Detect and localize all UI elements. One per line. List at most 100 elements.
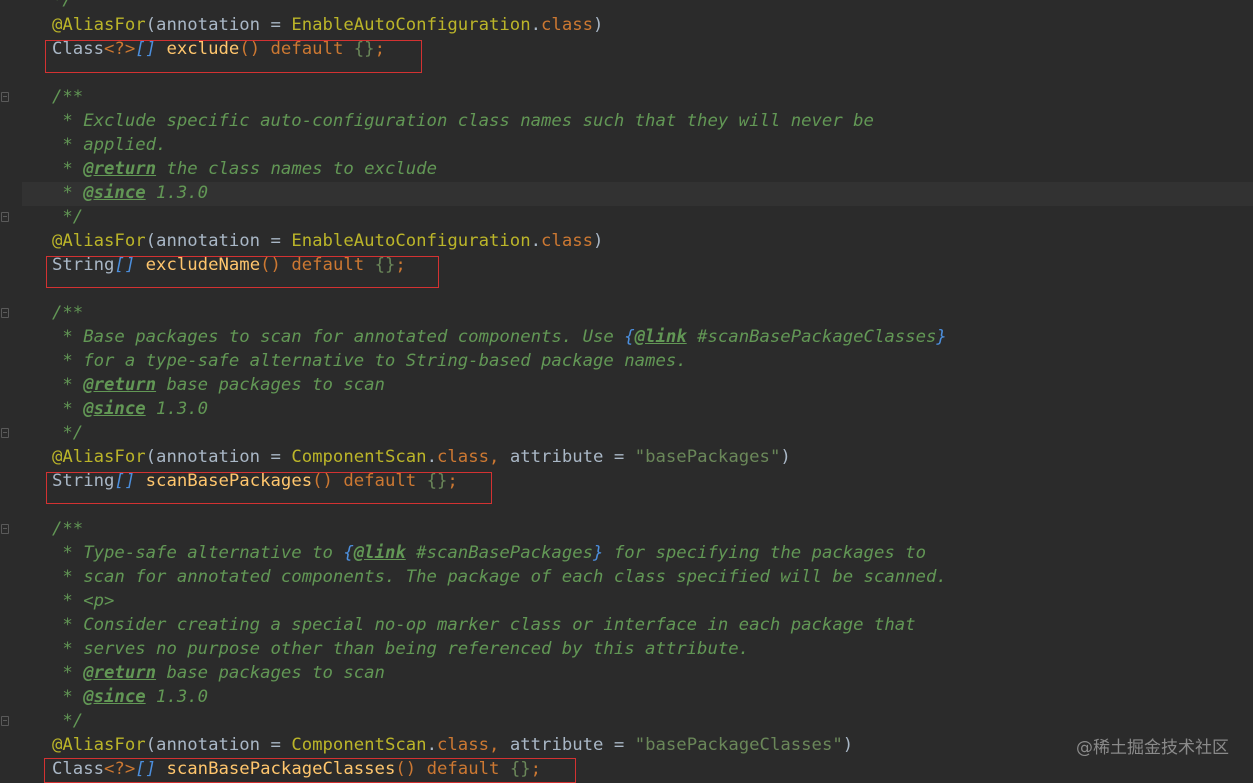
code-line[interactable]: * @return base packages to scan — [52, 373, 385, 397]
doc-tag-return: @return — [83, 159, 157, 179]
doc-prefix: * — [52, 687, 84, 707]
code-line[interactable]: * applied. — [52, 133, 166, 157]
code-line[interactable]: * Type-safe alternative to {@link #scanB… — [52, 541, 926, 565]
annotation-args-open: (annotation = — [145, 231, 292, 251]
highlight-box — [46, 472, 492, 504]
editor-gutter — [0, 0, 22, 783]
class-keyword: class — [436, 735, 490, 755]
doc-comment-text: * Exclude specific auto-configuration cl… — [52, 111, 874, 131]
highlight-box — [46, 256, 439, 288]
doc-comment-text: for specifying the packages to — [603, 543, 926, 563]
doc-comment-text: the class names to exclude — [156, 159, 437, 179]
type-name: ComponentScan — [291, 447, 427, 467]
class-keyword: class — [436, 447, 490, 467]
code-line[interactable]: */ — [52, 0, 73, 12]
dot: . — [426, 447, 437, 467]
doc-comment-start: /** — [52, 87, 84, 107]
class-keyword: class — [541, 231, 594, 251]
doc-link-brace: } — [593, 543, 604, 563]
doc-comment-end: */ — [52, 207, 84, 227]
code-line[interactable]: * Consider creating a special no-op mark… — [52, 613, 916, 637]
code-line[interactable]: */ — [52, 205, 83, 229]
code-line[interactable]: * @since 1.3.0 — [52, 181, 208, 205]
doc-comment-end: */ — [52, 0, 73, 10]
string-literal: "basePackages" — [634, 447, 781, 467]
fold-icon[interactable] — [1, 716, 9, 726]
dot: . — [530, 15, 542, 35]
code-line[interactable]: * for a type-safe alternative to String-… — [52, 349, 686, 373]
code-line[interactable]: * @since 1.3.0 — [52, 397, 208, 421]
attribute-assign: attribute = — [509, 735, 635, 755]
code-line[interactable]: /** — [52, 301, 83, 325]
code-line[interactable]: /** — [52, 85, 83, 109]
paren-close: ) — [780, 447, 791, 467]
code-line[interactable]: @AliasFor(annotation = EnableAutoConfigu… — [52, 229, 603, 253]
type-name: ComponentScan — [291, 735, 427, 755]
doc-comment-text: * Type-safe alternative to — [52, 543, 344, 563]
fold-icon[interactable] — [1, 212, 9, 222]
code-line[interactable]: @AliasFor(annotation = EnableAutoConfigu… — [52, 13, 603, 37]
doc-comment-end: */ — [52, 711, 84, 731]
attribute-assign: attribute = — [509, 447, 635, 467]
annotation-args-open: (annotation = — [145, 735, 292, 755]
doc-comment-text: * Base packages to scan for annotated co… — [52, 327, 625, 347]
doc-comment-text: 1.3.0 — [145, 183, 209, 203]
code-line[interactable]: * Base packages to scan for annotated co… — [52, 325, 947, 349]
doc-comment-start: /** — [52, 303, 84, 323]
code-line[interactable]: * serves no purpose other than being ref… — [52, 637, 749, 661]
paren-close: ) — [842, 735, 854, 755]
dot: . — [530, 231, 542, 251]
doc-prefix: * — [52, 663, 84, 683]
code-line[interactable]: * Exclude specific auto-configuration cl… — [52, 109, 874, 133]
doc-comment-text: * <p> — [52, 591, 115, 611]
code-line[interactable]: * @return base packages to scan — [52, 661, 385, 685]
code-line[interactable]: @AliasFor(annotation = ComponentScan.cla… — [52, 445, 791, 469]
paren-close: ) — [593, 231, 604, 251]
fold-icon[interactable] — [1, 428, 9, 438]
code-line[interactable]: * @since 1.3.0 — [52, 685, 208, 709]
code-line[interactable]: * <p> — [52, 589, 114, 613]
code-line[interactable]: /** — [52, 517, 83, 541]
doc-comment-start: /** — [52, 519, 84, 539]
doc-comment-text: base packages to scan — [156, 663, 385, 683]
doc-tag-return: @return — [83, 375, 157, 395]
type-name: EnableAutoConfiguration — [291, 231, 531, 251]
doc-tag-link[interactable]: @link — [354, 543, 406, 563]
doc-tag-since: @since — [83, 183, 146, 203]
highlight-box — [44, 758, 576, 783]
doc-prefix: * — [52, 375, 84, 395]
code-editor[interactable]: */ @AliasFor(annotation = EnableAutoConf… — [0, 0, 1253, 783]
doc-link-brace: } — [936, 327, 947, 347]
code-line[interactable]: * @return the class names to exclude — [52, 157, 437, 181]
doc-tag-since: @since — [83, 399, 146, 419]
annotation: @AliasFor — [52, 15, 146, 35]
highlight-box — [45, 40, 422, 73]
fold-icon[interactable] — [1, 92, 9, 102]
doc-comment-end: */ — [52, 423, 84, 443]
doc-link-target[interactable]: #scanBasePackages — [406, 543, 593, 563]
doc-link-brace: { — [624, 327, 635, 347]
annotation: @AliasFor — [52, 447, 146, 467]
paren-close: ) — [593, 15, 604, 35]
code-line[interactable]: * scan for annotated components. The pac… — [52, 565, 947, 589]
doc-tag-return: @return — [83, 663, 157, 683]
doc-comment-text: base packages to scan — [156, 375, 385, 395]
code-line[interactable]: @AliasFor(annotation = ComponentScan.cla… — [52, 733, 853, 757]
doc-tag-link[interactable]: @link — [635, 327, 687, 347]
doc-comment-text: * scan for annotated components. The pac… — [52, 567, 947, 587]
code-line[interactable]: */ — [52, 709, 83, 733]
doc-comment-text: 1.3.0 — [145, 399, 209, 419]
annotation-args-open: (annotation = — [145, 15, 292, 35]
code-line[interactable]: */ — [52, 421, 83, 445]
annotation: @AliasFor — [52, 231, 146, 251]
watermark: @稀土掘金技术社区 — [1076, 738, 1229, 758]
doc-comment-text: * serves no purpose other than being ref… — [52, 639, 750, 659]
fold-icon[interactable] — [1, 308, 9, 318]
class-keyword: class — [541, 15, 594, 35]
doc-comment-text: * applied. — [52, 135, 167, 155]
fold-icon[interactable] — [1, 524, 9, 534]
doc-link-target[interactable]: #scanBasePackageClasses — [687, 327, 936, 347]
doc-comment-text: * Consider creating a special no-op mark… — [52, 615, 916, 635]
string-literal: "basePackageClasses" — [634, 735, 843, 755]
dot: . — [426, 735, 437, 755]
